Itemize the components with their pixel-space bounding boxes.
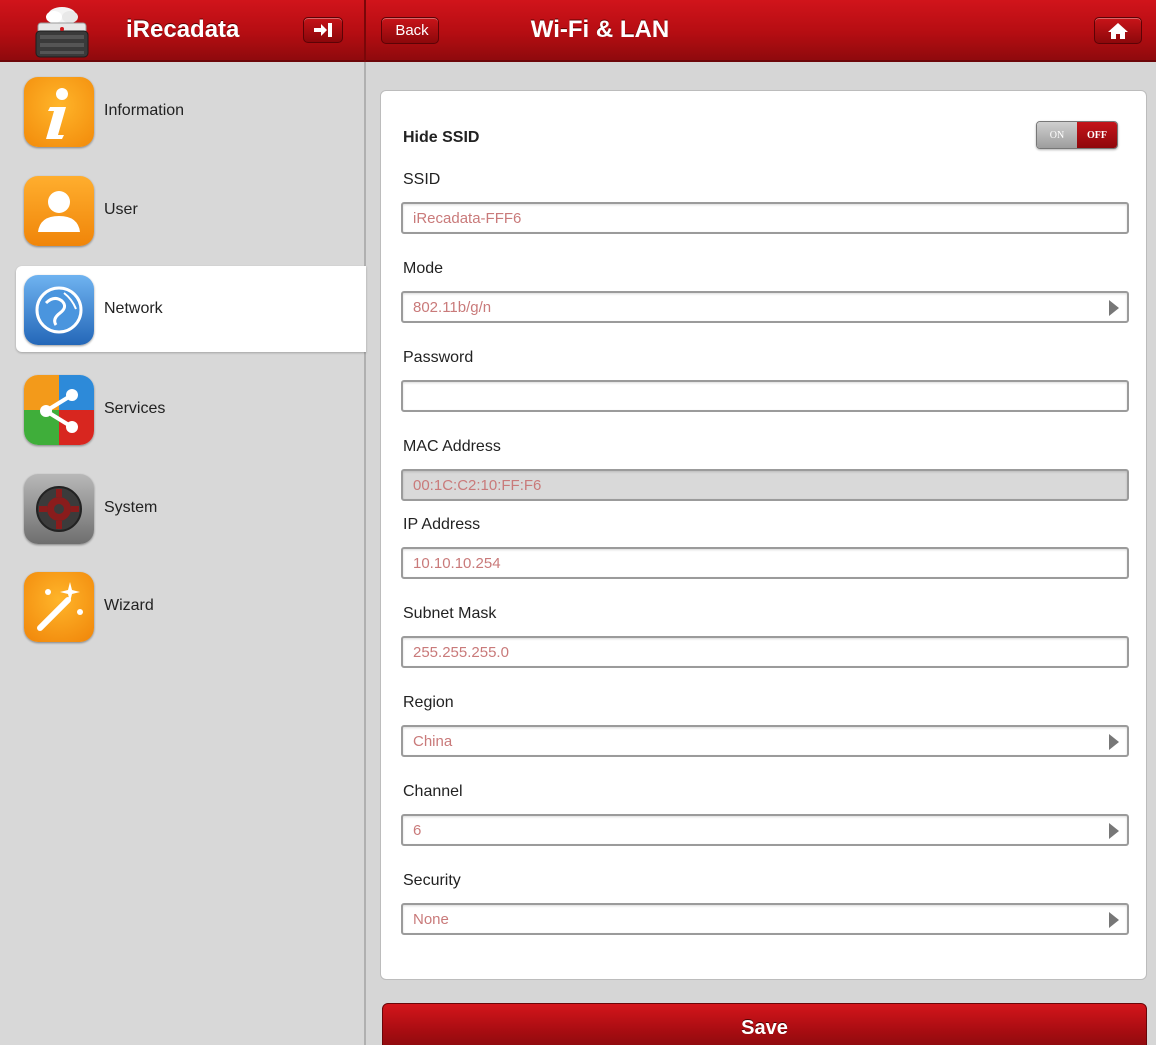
mode-select[interactable]: 802.11b/g/n: [401, 291, 1129, 323]
app-logo-icon: [30, 3, 94, 59]
user-icon: [24, 176, 94, 246]
sidebar-item-label: System: [104, 499, 158, 516]
chevron-right-icon: [1109, 823, 1119, 839]
password-field[interactable]: [401, 380, 1129, 412]
sidebar-item-label: Services: [104, 400, 166, 417]
toggle-on-label: ON: [1037, 122, 1077, 148]
sidebar: Information User Network Services System…: [0, 62, 366, 1045]
sidebar-item-label: Network: [104, 300, 163, 317]
password-label: Password: [403, 349, 474, 366]
hide-ssid-toggle[interactable]: ON OFF: [1036, 121, 1118, 149]
sidebar-item-wizard[interactable]: Wizard: [16, 563, 366, 649]
network-globe-icon: [24, 275, 94, 345]
region-label: Region: [403, 694, 454, 711]
sidebar-item-user[interactable]: User: [16, 167, 366, 253]
channel-value: 6: [413, 822, 422, 839]
ip-address-field[interactable]: 10.10.10.254: [401, 547, 1129, 579]
sidebar-item-label: Information: [104, 102, 185, 119]
services-share-icon: [24, 375, 94, 445]
region-value: China: [413, 733, 453, 750]
sidebar-item-information[interactable]: Information: [16, 68, 366, 154]
ip-address-label: IP Address: [403, 516, 481, 533]
home-icon: [1108, 22, 1128, 39]
wifi-lan-form: Hide SSID ON OFF SSID iRecadata-FFF6 Mod…: [380, 90, 1147, 980]
sidebar-item-label: User: [104, 201, 138, 218]
security-value: None: [413, 911, 449, 928]
channel-select[interactable]: 6: [401, 814, 1129, 846]
main-content: Hide SSID ON OFF SSID iRecadata-FFF6 Mod…: [368, 62, 1156, 1045]
information-icon: [24, 77, 94, 147]
sidebar-item-system[interactable]: System: [16, 465, 366, 551]
page-title: Wi-Fi & LAN: [530, 16, 670, 43]
app-title: iRecadata: [126, 16, 240, 43]
toggle-off-label: OFF: [1077, 122, 1117, 148]
security-select[interactable]: None: [401, 903, 1129, 935]
top-bar: iRecadata Back Wi-Fi & LAN: [0, 0, 1156, 62]
chevron-right-icon: [1109, 300, 1119, 316]
chevron-right-icon: [1109, 734, 1119, 750]
region-select[interactable]: China: [401, 725, 1129, 757]
save-button[interactable]: Save: [382, 1003, 1147, 1045]
chevron-right-icon: [1109, 912, 1119, 928]
logout-icon: [314, 23, 332, 37]
ssid-label: SSID: [403, 171, 441, 188]
subnet-mask-label: Subnet Mask: [403, 605, 497, 622]
mac-address-field: 00:1C:C2:10:FF:F6: [401, 469, 1129, 501]
mode-label: Mode: [403, 260, 444, 277]
sidebar-item-network[interactable]: Network: [16, 266, 366, 352]
mode-value: 802.11b/g/n: [413, 299, 492, 316]
subnet-mask-field[interactable]: 255.255.255.0: [401, 636, 1129, 668]
wizard-wand-icon: [24, 572, 94, 642]
security-label: Security: [403, 872, 461, 889]
sidebar-item-label: Wizard: [104, 597, 154, 614]
hide-ssid-label: Hide SSID: [403, 129, 480, 146]
channel-label: Channel: [403, 783, 463, 800]
mac-address-label: MAC Address: [403, 438, 501, 455]
ssid-field[interactable]: iRecadata-FFF6: [401, 202, 1129, 234]
system-gear-icon: [24, 474, 94, 544]
logout-button[interactable]: [303, 17, 343, 43]
sidebar-header: iRecadata: [0, 0, 366, 62]
home-button[interactable]: [1094, 17, 1142, 44]
back-button[interactable]: Back: [381, 17, 439, 44]
sidebar-item-services[interactable]: Services: [16, 366, 366, 452]
